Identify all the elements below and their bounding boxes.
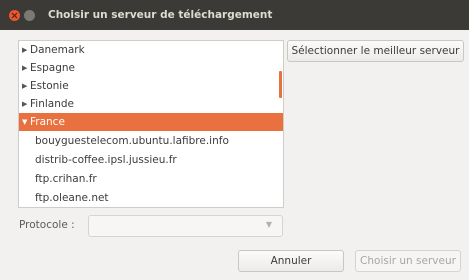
tree-row-server[interactable]: ftp.oleane.net: [19, 189, 279, 207]
tree-scrollbar[interactable]: [279, 71, 282, 98]
tree-row-espagne[interactable]: ▶ Espagne: [19, 59, 279, 77]
cancel-button[interactable]: Annuler: [238, 250, 344, 272]
chevron-down-icon: ▼: [265, 220, 272, 229]
close-window-icon[interactable]: [9, 10, 20, 21]
minimize-window-icon[interactable]: [24, 10, 35, 21]
server-tree[interactable]: ▶ Danemark ▶ Espagne ▶ Estonie ▶ Finland…: [18, 40, 284, 208]
expand-arrow-icon[interactable]: ▶: [22, 59, 27, 77]
choose-server-button[interactable]: Choisir un serveur: [355, 250, 461, 272]
select-best-server-button[interactable]: Sélectionner le meilleur serveur: [287, 40, 464, 62]
server-label: distrib-coffee.ipsl.jussieu.fr: [35, 154, 177, 166]
tree-row-finlande[interactable]: ▶ Finlande: [19, 95, 279, 113]
server-label: bouyguestelecom.ubuntu.lafibre.info: [35, 135, 229, 147]
server-label: ftp.crihan.fr: [35, 173, 97, 185]
server-label: ftp.oleane.net: [35, 192, 109, 204]
country-label: Finlande: [30, 98, 74, 110]
tree-row-estonie[interactable]: ▶ Estonie: [19, 77, 279, 95]
expand-arrow-icon[interactable]: ▶: [22, 77, 27, 95]
tree-row-server[interactable]: distrib-coffee.ipsl.jussieu.fr: [19, 151, 279, 169]
tree-row-danemark[interactable]: ▶ Danemark: [19, 41, 279, 59]
tree-row-france[interactable]: ▼ France: [19, 113, 283, 131]
country-label: Espagne: [30, 62, 75, 74]
expand-arrow-icon[interactable]: ▶: [22, 41, 27, 59]
expand-arrow-icon[interactable]: ▶: [22, 95, 27, 113]
title-bar: Choisir un serveur de téléchargement: [0, 0, 469, 30]
tree-row-server[interactable]: bouyguestelecom.ubuntu.lafibre.info: [19, 132, 279, 150]
country-label: Estonie: [30, 80, 69, 92]
tree-row-server[interactable]: ftp.crihan.fr: [19, 170, 279, 188]
protocol-label: Protocole :: [19, 219, 75, 231]
country-label: Danemark: [30, 44, 85, 56]
window-title: Choisir un serveur de téléchargement: [48, 9, 273, 21]
country-label: France: [30, 116, 65, 128]
collapse-arrow-icon[interactable]: ▼: [22, 113, 27, 131]
protocol-select[interactable]: ▼: [88, 215, 283, 237]
